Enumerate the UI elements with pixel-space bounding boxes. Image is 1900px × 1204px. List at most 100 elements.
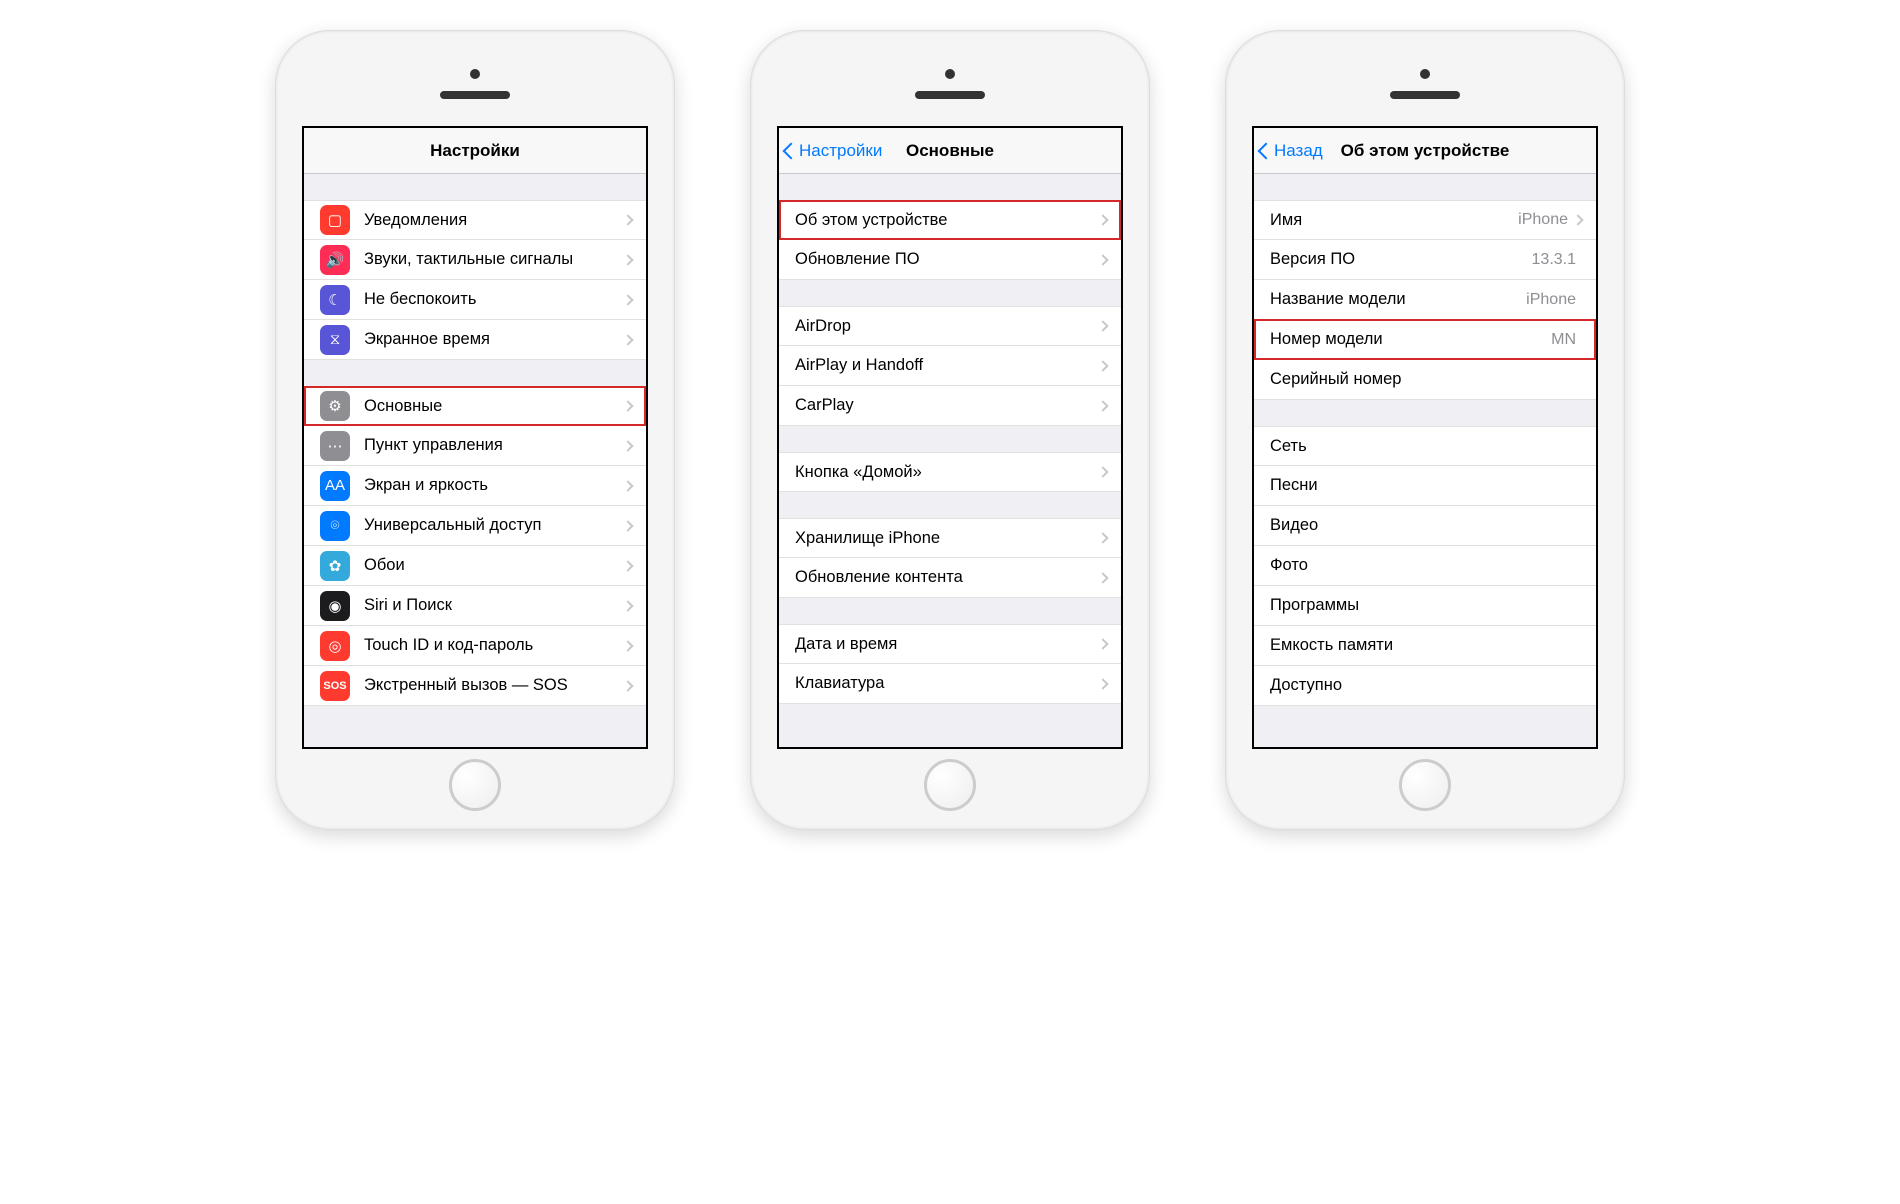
row-label: Touch ID и код-пароль <box>364 636 624 655</box>
settings-row-wallpaper[interactable]: ✿ Обои <box>304 546 646 586</box>
chevron-right-icon <box>622 294 633 305</box>
phone-mockup-general: Настройки Основные Об этом устройстве Обн… <box>750 30 1150 830</box>
settings-row-touchid[interactable]: ◎Touch ID и код-пароль <box>304 626 646 666</box>
row-label: Сеть <box>1270 437 1582 456</box>
settings-row-accessibility[interactable]: ⌾ Универсальный доступ <box>304 506 646 546</box>
content[interactable]: ▢Уведомления🔊Звуки, тактильные сигналы☾Н… <box>304 174 646 747</box>
row-label: Клавиатура <box>795 674 1099 693</box>
back-button[interactable]: Настройки <box>785 141 882 161</box>
row-carplay[interactable]: CarPlay <box>779 386 1121 426</box>
row-label: Дата и время <box>795 635 1099 654</box>
page-title: Основные <box>906 141 994 161</box>
content[interactable]: ИмяiPhoneВерсия ПО13.3.1Название моделиi… <box>1254 174 1596 747</box>
settings-row-control[interactable]: ⋯Пункт управления <box>304 426 646 466</box>
row-storage[interactable]: Хранилище iPhone <box>779 518 1121 558</box>
group-spacer <box>1254 400 1596 426</box>
screen-settings: Настройки ▢Уведомления🔊Звуки, тактильные… <box>302 126 648 749</box>
back-label: Настройки <box>799 141 882 161</box>
sounds-icon: 🔊 <box>320 245 350 275</box>
navbar: Настройки Основные <box>779 128 1121 174</box>
phone-mockup-settings: Настройки ▢Уведомления🔊Звуки, тактильные… <box>275 30 675 830</box>
row-about[interactable]: Об этом устройстве <box>779 200 1121 240</box>
chevron-right-icon <box>622 520 633 531</box>
back-button[interactable]: Назад <box>1260 141 1323 161</box>
screen-general: Настройки Основные Об этом устройстве Обн… <box>777 126 1123 749</box>
chevron-right-icon <box>1097 360 1108 371</box>
row-label: Об этом устройстве <box>795 211 1099 230</box>
row-airplay[interactable]: AirPlay и Handoff <box>779 346 1121 386</box>
row-photos[interactable]: Фото <box>1254 546 1596 586</box>
row-label: Экран и яркость <box>364 476 624 495</box>
settings-row-siri[interactable]: ◉Siri и Поиск <box>304 586 646 626</box>
row-videos[interactable]: Видео <box>1254 506 1596 546</box>
row-value: MN <box>1551 331 1576 349</box>
row-homebtn[interactable]: Кнопка «Домой» <box>779 452 1121 492</box>
chevron-right-icon <box>622 440 633 451</box>
chevron-left-icon <box>783 142 800 159</box>
row-value: 13.3.1 <box>1532 251 1576 269</box>
row-network[interactable]: Сеть <box>1254 426 1596 466</box>
chevron-right-icon <box>1097 400 1108 411</box>
accessibility-icon: ⌾ <box>320 511 350 541</box>
group-spacer <box>1254 174 1596 200</box>
home-button[interactable] <box>924 759 976 811</box>
row-modelname[interactable]: Название моделиiPhone <box>1254 280 1596 320</box>
row-label: Версия ПО <box>1270 250 1532 269</box>
home-button[interactable] <box>449 759 501 811</box>
settings-row-notifications[interactable]: ▢Уведомления <box>304 200 646 240</box>
row-label: Уведомления <box>364 211 624 230</box>
row-label: Не беспокоить <box>364 290 624 309</box>
row-available[interactable]: Доступно <box>1254 666 1596 706</box>
chevron-right-icon <box>622 680 633 691</box>
chevron-right-icon <box>1097 466 1108 477</box>
row-apps[interactable]: Программы <box>1254 586 1596 626</box>
row-version[interactable]: Версия ПО13.3.1 <box>1254 240 1596 280</box>
navbar: Назад Об этом устройстве <box>1254 128 1596 174</box>
chevron-right-icon <box>622 480 633 491</box>
row-keyboard[interactable]: Клавиатура <box>779 664 1121 704</box>
settings-row-screentime[interactable]: ⧖Экранное время <box>304 320 646 360</box>
row-name[interactable]: ИмяiPhone <box>1254 200 1596 240</box>
chevron-right-icon <box>622 214 633 225</box>
screen-about: Назад Об этом устройстве ИмяiPhoneВерсия… <box>1252 126 1598 749</box>
row-label: Основные <box>364 397 624 416</box>
sos-icon: SOS <box>320 671 350 701</box>
settings-row-sos[interactable]: SOS Экстренный вызов — SOS <box>304 666 646 706</box>
home-button[interactable] <box>1399 759 1451 811</box>
row-label: Песни <box>1270 476 1582 495</box>
row-label: Обновление ПО <box>795 250 1099 269</box>
row-label: Фото <box>1270 556 1582 575</box>
row-datetime[interactable]: Дата и время <box>779 624 1121 664</box>
chevron-right-icon <box>1097 572 1108 583</box>
row-airdrop[interactable]: AirDrop <box>779 306 1121 346</box>
group-spacer <box>779 174 1121 200</box>
row-label: Универсальный доступ <box>364 516 624 535</box>
row-label: CarPlay <box>795 396 1099 415</box>
row-modelnum[interactable]: Номер моделиMN <box>1254 320 1596 360</box>
row-label: Обои <box>364 556 624 575</box>
row-label: Кнопка «Домой» <box>795 463 1099 482</box>
row-label: Siri и Поиск <box>364 596 624 615</box>
settings-row-general[interactable]: ⚙ Основные <box>304 386 646 426</box>
row-update[interactable]: Обновление ПО <box>779 240 1121 280</box>
row-songs[interactable]: Песни <box>1254 466 1596 506</box>
chevron-right-icon <box>622 560 633 571</box>
group-spacer <box>779 492 1121 518</box>
chevron-right-icon <box>622 600 633 611</box>
settings-row-dnd[interactable]: ☾Не беспокоить <box>304 280 646 320</box>
row-label: Экстренный вызов — SOS <box>364 676 624 695</box>
chevron-right-icon <box>1097 320 1108 331</box>
settings-row-sounds[interactable]: 🔊Звуки, тактильные сигналы <box>304 240 646 280</box>
row-label: Хранилище iPhone <box>795 529 1099 548</box>
row-bgrefresh[interactable]: Обновление контента <box>779 558 1121 598</box>
settings-row-display[interactable]: AAЭкран и яркость <box>304 466 646 506</box>
group-spacer <box>304 360 646 386</box>
row-label: AirPlay и Handoff <box>795 356 1099 375</box>
content[interactable]: Об этом устройстве Обновление ПО AirDrop A… <box>779 174 1121 747</box>
screentime-icon: ⧖ <box>320 325 350 355</box>
general-icon: ⚙ <box>320 391 350 421</box>
wallpaper-icon: ✿ <box>320 551 350 581</box>
row-serial[interactable]: Серийный номер <box>1254 360 1596 400</box>
row-capacity[interactable]: Емкость памяти <box>1254 626 1596 666</box>
group-spacer <box>779 598 1121 624</box>
